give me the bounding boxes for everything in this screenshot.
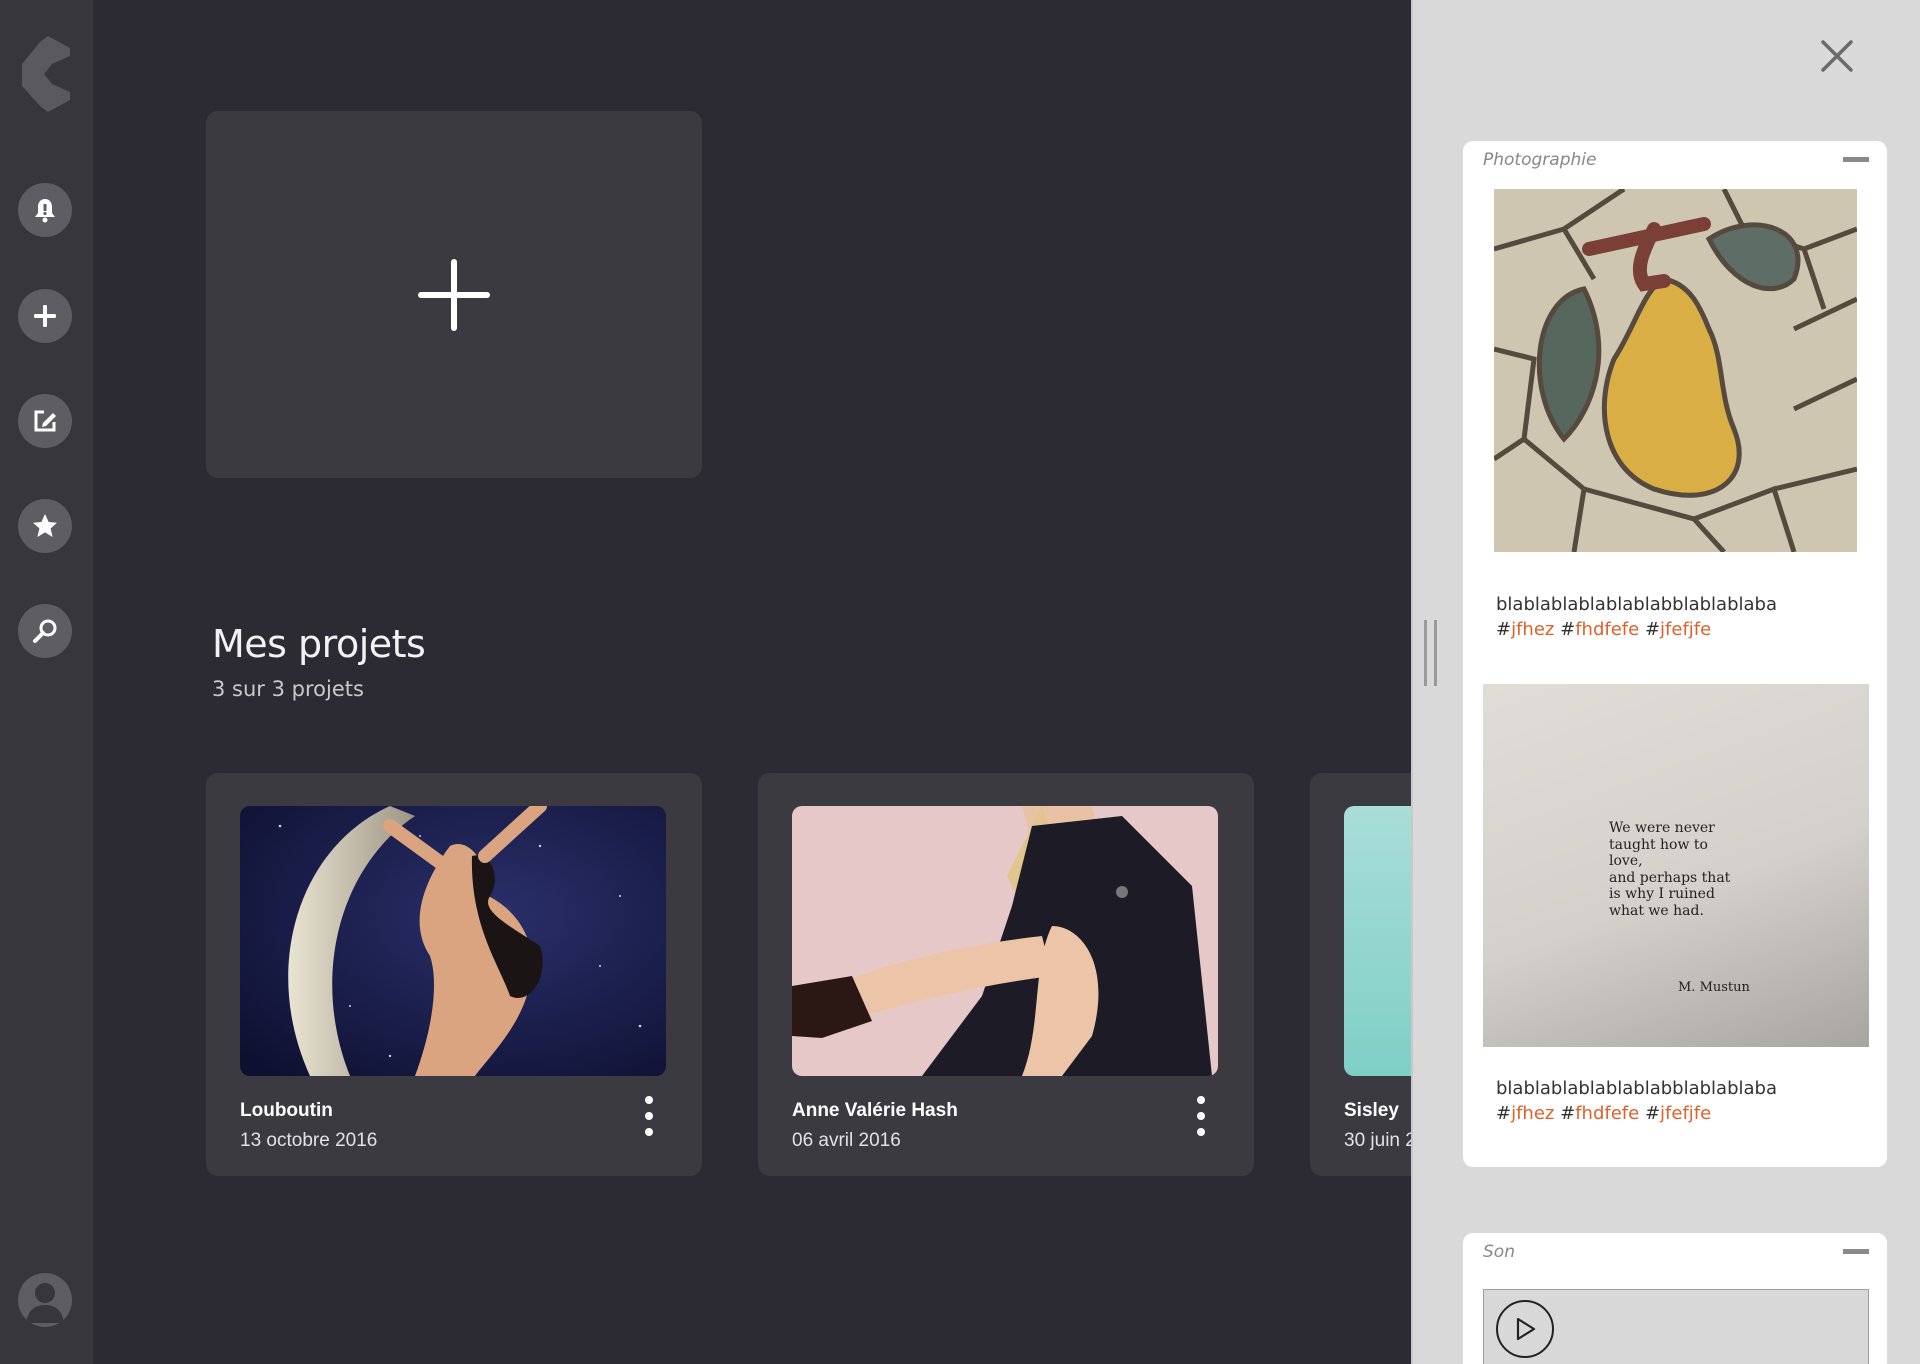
tag-link[interactable]: jfefjfe <box>1660 619 1711 640</box>
section-title: Mes projets <box>212 622 426 666</box>
tag-link[interactable]: fhdfefe <box>1575 1103 1639 1124</box>
favorites-button[interactable] <box>18 499 72 553</box>
search-button[interactable] <box>18 604 72 658</box>
more-options-button[interactable] <box>1194 1096 1208 1138</box>
post-text: blablablablablablabblablablaba <box>1496 594 1777 615</box>
panel-resize-handle[interactable] <box>1422 620 1440 686</box>
project-count: 3 sur 3 projets <box>212 677 364 701</box>
user-avatar[interactable] <box>18 1273 72 1327</box>
post-tags: #jfhez #fhdfefe #jfefjfe <box>1496 1103 1712 1124</box>
tag-link[interactable]: jfefjfe <box>1660 1103 1711 1124</box>
widget-title: Photographie <box>1483 150 1597 170</box>
project-thumbnail[interactable] <box>792 806 1218 1076</box>
post-caption: blablablablablablabblablablaba #jfhez #f… <box>1496 592 1777 642</box>
tag-link[interactable]: jfhez <box>1511 1103 1554 1124</box>
project-name: Anne Valérie Hash <box>792 1100 958 1121</box>
project-name: Louboutin <box>240 1100 333 1121</box>
notifications-button[interactable] <box>18 183 72 237</box>
user-icon <box>26 1283 64 1323</box>
post-tags: #jfhez #fhdfefe #jfefjfe <box>1496 619 1712 640</box>
project-card[interactable]: Louboutin 13 octobre 2016 <box>206 773 702 1176</box>
quote-text: We were never taught how to love, and pe… <box>1609 820 1731 919</box>
brand-logo[interactable] <box>18 34 74 114</box>
edit-button[interactable] <box>18 394 72 448</box>
close-icon[interactable] <box>1819 38 1855 74</box>
project-card[interactable]: Anne Valérie Hash 06 avril 2016 <box>758 773 1254 1176</box>
post-text: blablablablablablabblablablaba <box>1496 1078 1777 1099</box>
play-button[interactable] <box>1496 1300 1554 1358</box>
play-icon <box>1516 1317 1536 1341</box>
project-date: 06 avril 2016 <box>792 1130 901 1151</box>
sidebar <box>0 0 93 1364</box>
project-date: 13 octobre 2016 <box>240 1130 378 1151</box>
quote-author: M. Mustun <box>1678 980 1750 995</box>
audio-player <box>1483 1289 1869 1364</box>
tag-link[interactable]: jfhez <box>1511 619 1554 640</box>
collapse-button[interactable] <box>1843 1249 1869 1254</box>
tag-link[interactable]: fhdfefe <box>1575 619 1639 640</box>
add-project-card[interactable] <box>206 111 702 478</box>
plus-icon <box>34 305 56 327</box>
collapse-button[interactable] <box>1843 157 1869 162</box>
bell-icon <box>35 199 55 223</box>
post-image[interactable] <box>1494 189 1857 552</box>
photography-widget: Photographie blablablablablablabblablabl… <box>1463 141 1887 1167</box>
post-image[interactable]: We were never taught how to love, and pe… <box>1483 684 1869 1047</box>
widget-title: Son <box>1483 1242 1515 1262</box>
star-icon <box>33 514 57 537</box>
plus-icon <box>418 258 490 331</box>
project-date: 30 juin 2 <box>1344 1130 1416 1151</box>
search-icon <box>33 619 57 643</box>
edit-icon <box>34 410 56 432</box>
project-thumbnail[interactable] <box>240 806 666 1076</box>
sound-widget: Son <box>1463 1233 1887 1364</box>
add-button[interactable] <box>18 289 72 343</box>
more-options-button[interactable] <box>642 1096 656 1138</box>
post-caption: blablablablablablabblablablaba #jfhez #f… <box>1496 1076 1777 1126</box>
